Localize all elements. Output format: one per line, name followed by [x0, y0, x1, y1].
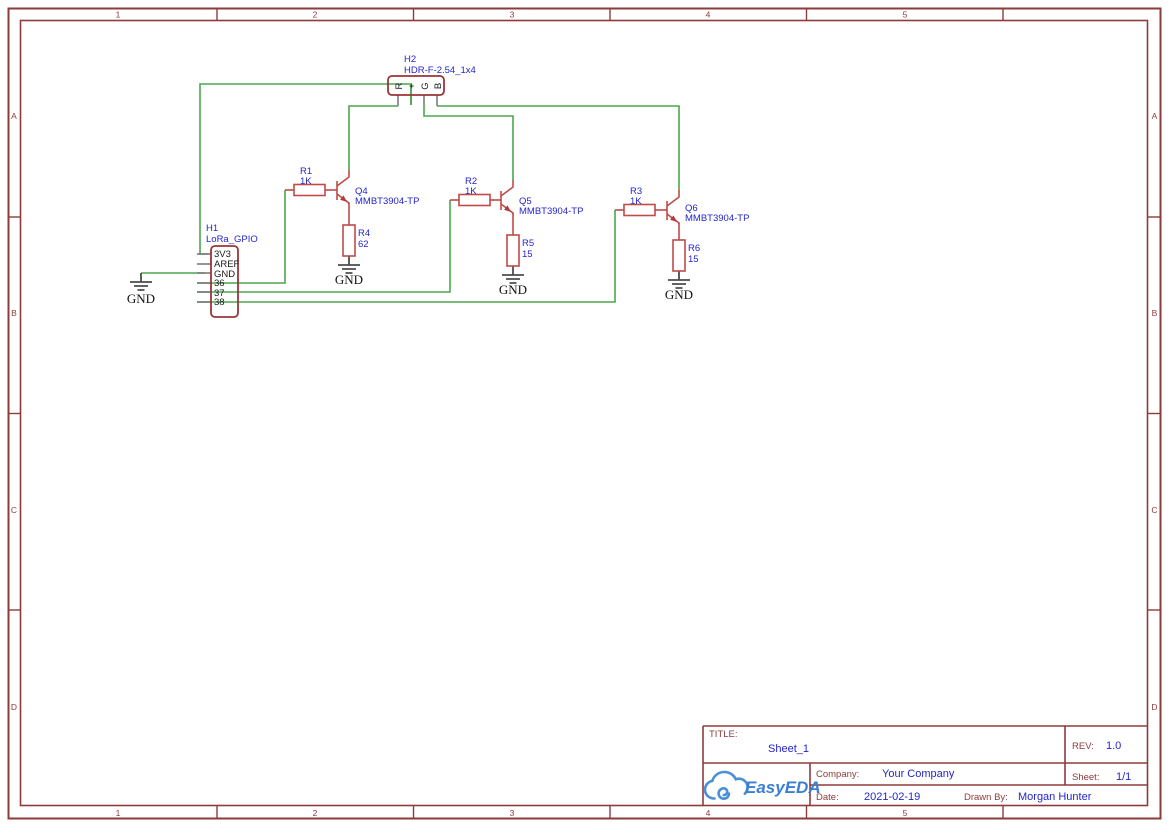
- sheet-label: Sheet:: [1072, 772, 1099, 783]
- component-q4-transistor[interactable]: Q4 MMBT3904-TP: [336, 170, 419, 207]
- ruler-row-label: B: [11, 308, 17, 318]
- ruler-col-label: 4: [706, 808, 711, 818]
- q5-collector[interactable]: [500, 180, 514, 197]
- ruler-row-label: D: [11, 702, 17, 712]
- r5-ref[interactable]: R5: [522, 238, 534, 249]
- ruler-col-label: 5: [903, 808, 908, 818]
- ruler-row-label: D: [1151, 702, 1157, 712]
- h2-pin-label-b: B: [433, 83, 444, 89]
- component-r3[interactable]: R3 1K: [615, 186, 667, 217]
- r6-value[interactable]: 15: [688, 254, 699, 265]
- component-r1[interactable]: R1 1K: [285, 166, 337, 197]
- r4-value[interactable]: 62: [358, 239, 369, 250]
- easyeda-logo-text: EasyEDA: [745, 778, 821, 797]
- frame-inner-border: [19, 19, 1149, 807]
- frame-outer-border: [7, 7, 1162, 820]
- gnd-label: GND: [665, 287, 693, 302]
- company-label: Company:: [816, 769, 859, 780]
- date-value[interactable]: 2021-02-19: [864, 791, 920, 803]
- rev-label: REV:: [1072, 741, 1094, 752]
- q4-value[interactable]: MMBT3904-TP: [355, 196, 419, 207]
- component-r2[interactable]: R2 1K: [450, 176, 501, 207]
- q6-value[interactable]: MMBT3904-TP: [685, 213, 749, 224]
- component-r4[interactable]: R4 62: [342, 203, 370, 257]
- gnd-symbol-q4[interactable]: GND: [335, 256, 363, 287]
- h2-pin-label-g: G: [420, 82, 431, 89]
- rev-value[interactable]: 1.0: [1106, 740, 1121, 752]
- r5-value[interactable]: 15: [522, 249, 533, 260]
- h2-pin-label-r: R: [394, 82, 405, 89]
- title-label: TITLE:: [709, 729, 738, 740]
- r6-body[interactable]: [672, 239, 686, 272]
- ruler-col-label: 3: [510, 10, 515, 20]
- title-block: TITLE: Sheet_1 REV: 1.0 Company: Your Co…: [702, 725, 1148, 806]
- r3-value[interactable]: 1K: [630, 196, 642, 207]
- ruler-col-label: 1: [116, 10, 121, 20]
- gnd-symbol-q6[interactable]: GND: [665, 271, 693, 302]
- ruler-row-label: C: [11, 505, 17, 515]
- company-value[interactable]: Your Company: [882, 768, 955, 780]
- gnd-symbol-h1[interactable]: GND: [127, 273, 155, 306]
- component-h2-header[interactable]: H2 HDR-F-2.54_1x4 R + G B: [387, 54, 476, 106]
- r6-ref[interactable]: R6: [688, 243, 700, 254]
- ruler-ticks: [8, 8, 1161, 819]
- wire-g-channel[interactable]: [423, 104, 514, 180]
- sheet-title[interactable]: Sheet_1: [768, 743, 809, 755]
- gnd-label: GND: [335, 272, 363, 287]
- component-q5-transistor[interactable]: Q5 MMBT3904-TP: [500, 180, 583, 217]
- h1-ref[interactable]: H1: [206, 223, 218, 234]
- h2-value[interactable]: HDR-F-2.54_1x4: [404, 65, 476, 76]
- h1-pin-name: 38: [214, 297, 225, 308]
- r1-value[interactable]: 1K: [300, 176, 312, 187]
- r5-body[interactable]: [506, 234, 520, 267]
- component-r5[interactable]: R5 15: [506, 213, 534, 267]
- r4-body[interactable]: [342, 224, 356, 257]
- ruler-col-label: 1: [116, 808, 121, 818]
- q4-collector[interactable]: [336, 170, 350, 187]
- drawn-by-value[interactable]: Morgan Hunter: [1018, 791, 1092, 803]
- sheet-value[interactable]: 1/1: [1116, 771, 1131, 783]
- easyeda-logo: EasyEDA: [703, 770, 821, 800]
- wire-pin38-to-r3[interactable]: [197, 210, 616, 303]
- q5-value[interactable]: MMBT3904-TP: [519, 206, 583, 217]
- component-q6-transistor[interactable]: Q6 MMBT3904-TP: [666, 190, 749, 224]
- r4-ref[interactable]: R4: [358, 228, 370, 239]
- component-h1-header[interactable]: H1 LoRa_GPIO 3V3 AREF GND 36 37 38: [197, 223, 258, 318]
- q6-collector[interactable]: [666, 190, 680, 207]
- ruler-row-label: A: [1152, 111, 1158, 121]
- drawn-by-label: Drawn By:: [964, 792, 1008, 803]
- h2-ref[interactable]: H2: [404, 54, 416, 65]
- gnd-label: GND: [499, 282, 527, 297]
- component-r6[interactable]: R6 15: [672, 223, 700, 272]
- ruler-col-label: 4: [706, 10, 711, 20]
- ruler-col-label: 5: [903, 10, 908, 20]
- gnd-label: GND: [127, 291, 155, 306]
- sheet-frame: 1 2 3 4 5 1 2 3 4 5 A B C D A B C D: [7, 7, 1162, 820]
- ruler-col-label: 2: [313, 808, 318, 818]
- ruler-col-label: 3: [510, 808, 515, 818]
- ruler-row-label: B: [1152, 308, 1158, 318]
- ruler-row-label: C: [1151, 505, 1157, 515]
- ruler-col-label: 2: [313, 10, 318, 20]
- r2-value[interactable]: 1K: [465, 186, 477, 197]
- schematic-canvas[interactable]: 1 2 3 4 5 1 2 3 4 5 A B C D A B C D H2 H…: [0, 0, 1169, 827]
- easyeda-cloud-swirl: [717, 786, 731, 800]
- wire-r-channel[interactable]: [348, 105, 398, 170]
- ruler-row-label: A: [11, 111, 17, 121]
- h1-value[interactable]: LoRa_GPIO: [206, 234, 258, 245]
- gnd-symbol-q5[interactable]: GND: [499, 266, 527, 297]
- h2-pin-label-plus: +: [407, 83, 418, 89]
